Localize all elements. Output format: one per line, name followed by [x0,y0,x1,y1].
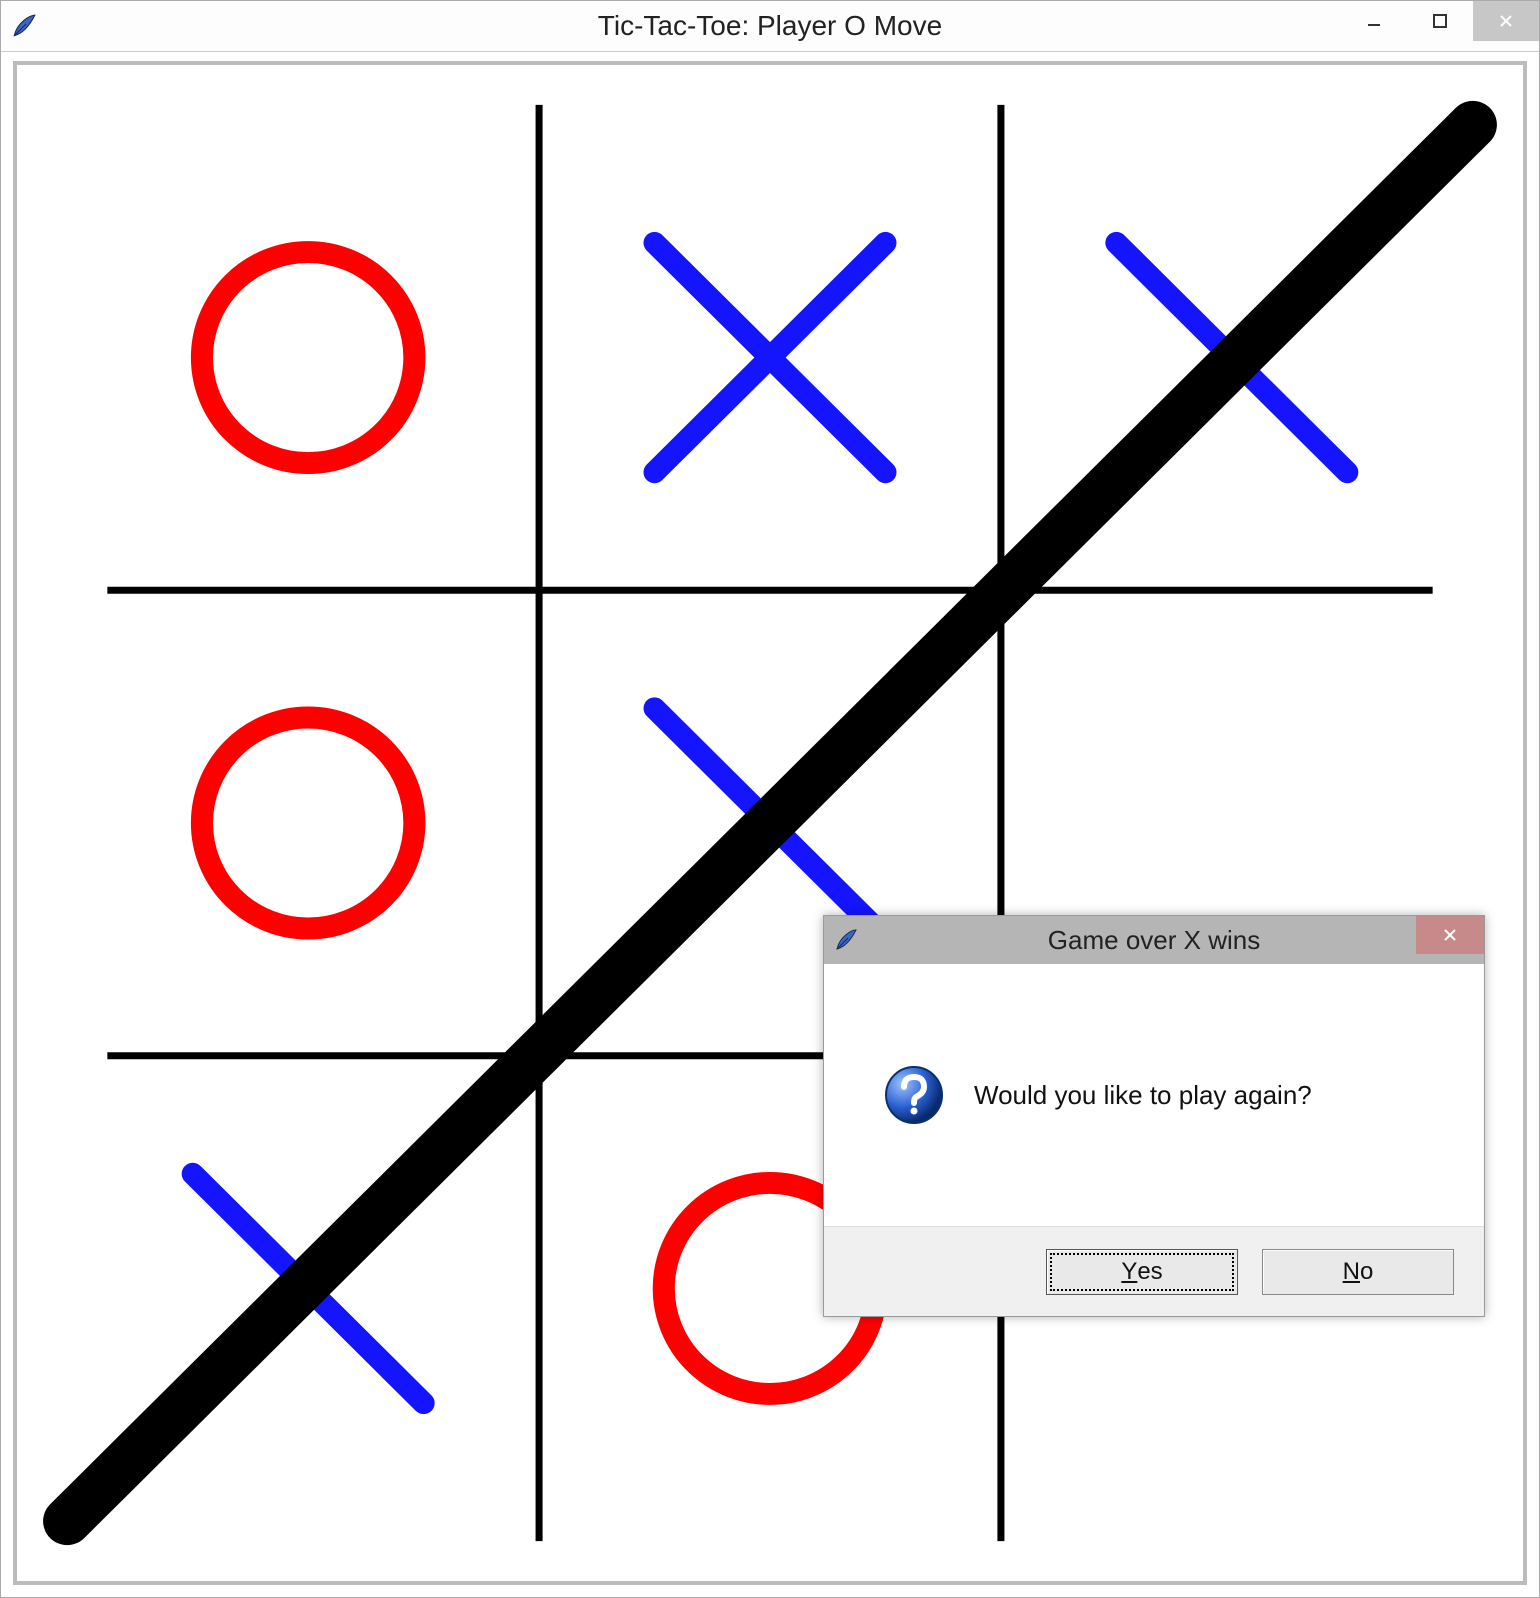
main-titlebar: Tic-Tac-Toe: Player O Move [1,1,1539,52]
dialog-footer: Yes No [824,1226,1484,1316]
mark-o [202,252,414,463]
game-over-dialog: Game over X wins [823,915,1485,1317]
close-button[interactable] [1473,1,1539,41]
dialog-title: Game over X wins [824,916,1484,964]
yes-button[interactable]: Yes [1046,1249,1238,1295]
main-window: Tic-Tac-Toe: Player O Move [0,0,1540,1598]
maximize-button[interactable] [1407,1,1473,41]
dialog-close-button[interactable] [1416,916,1484,954]
minimize-button[interactable] [1341,1,1407,41]
board-svg [17,65,1523,1581]
window-controls [1341,1,1539,49]
question-icon [884,1065,944,1125]
main-window-title: Tic-Tac-Toe: Player O Move [1,1,1539,51]
dialog-message: Would you like to play again? [974,1080,1312,1111]
dialog-titlebar: Game over X wins [824,916,1484,964]
dialog-body: Would you like to play again? [824,964,1484,1226]
mark-o [202,717,414,928]
no-button[interactable]: No [1262,1249,1454,1295]
game-canvas[interactable] [13,61,1527,1585]
